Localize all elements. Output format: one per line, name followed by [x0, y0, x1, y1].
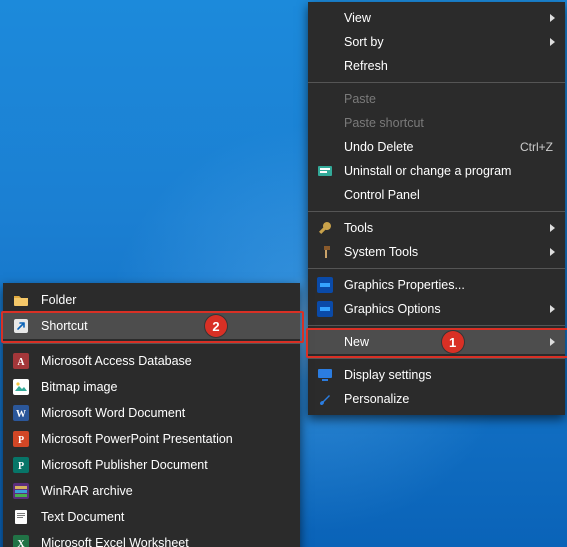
separator [308, 82, 565, 83]
menu-item-label: Microsoft Word Document [41, 406, 288, 420]
menu-item-folder[interactable]: Folder [3, 287, 300, 313]
menu-item-label: Tools [344, 221, 553, 235]
shortcut-icon [11, 317, 31, 335]
menu-item-label: View [344, 11, 553, 25]
separator [308, 211, 565, 212]
menu-item-paste-shortcut: Paste shortcut [308, 111, 565, 135]
menu-item-microsoft-excel-worksheet[interactable]: X Microsoft Excel Worksheet [3, 530, 300, 547]
menu-item-label: Control Panel [344, 188, 553, 202]
menu-item-label: Microsoft Publisher Document [41, 458, 288, 472]
menu-item-control-panel[interactable]: Control Panel [308, 183, 565, 207]
menu-item-label: WinRAR archive [41, 484, 288, 498]
separator [308, 268, 565, 269]
menu-item-label: Uninstall or change a program [344, 164, 553, 178]
blank-icon [316, 114, 334, 132]
svg-text:A: A [17, 357, 25, 368]
menu-item-label: Microsoft Access Database [41, 354, 288, 368]
callout-2: 2 [205, 315, 227, 337]
blank-icon [316, 57, 334, 75]
menu-item-label: Shortcut [41, 319, 288, 333]
menu-item-label: Undo Delete [344, 140, 520, 154]
menu-item-view[interactable]: View [308, 6, 565, 30]
hammer-icon [316, 243, 334, 261]
intel-icon [316, 276, 334, 294]
intel-icon [316, 300, 334, 318]
menu-item-label: Folder [41, 293, 288, 307]
menu-item-tools[interactable]: Tools [308, 216, 565, 240]
menu-item-label: Graphics Options [344, 302, 553, 316]
rar-icon [11, 482, 31, 500]
blank-icon [316, 90, 334, 108]
new-submenu: Folder Shortcut A Microsoft Access Database… [3, 283, 300, 547]
menu-item-microsoft-publisher-document[interactable]: P Microsoft Publisher Document [3, 452, 300, 478]
menu-item-shortcut[interactable]: Shortcut [3, 313, 300, 339]
menu-item-sort-by[interactable]: Sort by [308, 30, 565, 54]
svg-text:X: X [17, 539, 25, 547]
menu-item-winrar-archive[interactable]: WinRAR archive [3, 478, 300, 504]
menu-item-text-document[interactable]: Text Document [3, 504, 300, 530]
menu-item-microsoft-word-document[interactable]: W Microsoft Word Document [3, 400, 300, 426]
separator [308, 325, 565, 326]
access-icon: A [11, 352, 31, 370]
menu-item-label: Sort by [344, 35, 553, 49]
menu-item-undo-delete[interactable]: Undo DeleteCtrl+Z [308, 135, 565, 159]
blank-icon [316, 186, 334, 204]
menu-item-label: Microsoft PowerPoint Presentation [41, 432, 288, 446]
programs-icon [316, 162, 334, 180]
context-menu: View Sort by Refresh Paste Paste shortcut Und… [308, 2, 565, 415]
menu-item-label: Paste shortcut [344, 116, 553, 130]
menu-item-label: Display settings [344, 368, 553, 382]
menu-item-personalize[interactable]: Personalize [308, 387, 565, 411]
menu-item-accel: Ctrl+Z [520, 140, 553, 154]
menu-item-system-tools[interactable]: System Tools [308, 240, 565, 264]
menu-item-uninstall-or-change-a-program[interactable]: Uninstall or change a program [308, 159, 565, 183]
menu-item-label: Paste [344, 92, 553, 106]
brush-icon [316, 390, 334, 408]
menu-item-label: Refresh [344, 59, 553, 73]
blank-icon [316, 333, 334, 351]
txt-icon [11, 508, 31, 526]
callout-1: 1 [442, 331, 464, 353]
menu-item-label: Microsoft Excel Worksheet [41, 536, 288, 547]
menu-item-microsoft-powerpoint-presentation[interactable]: P Microsoft PowerPoint Presentation [3, 426, 300, 452]
blank-icon [316, 33, 334, 51]
folder-icon [11, 291, 31, 309]
excel-icon: X [11, 534, 31, 547]
ppt-icon: P [11, 430, 31, 448]
menu-item-label: Graphics Properties... [344, 278, 553, 292]
separator [3, 343, 300, 344]
menu-item-label: System Tools [344, 245, 553, 259]
menu-item-label: Text Document [41, 510, 288, 524]
menu-item-microsoft-access-database[interactable]: A Microsoft Access Database [3, 348, 300, 374]
wrench-icon [316, 219, 334, 237]
bitmap-icon [11, 378, 31, 396]
menu-item-bitmap-image[interactable]: Bitmap image [3, 374, 300, 400]
menu-item-display-settings[interactable]: Display settings [308, 363, 565, 387]
svg-text:P: P [18, 461, 24, 472]
menu-item-paste: Paste [308, 87, 565, 111]
blank-icon [316, 138, 334, 156]
menu-item-label: Bitmap image [41, 380, 288, 394]
menu-item-refresh[interactable]: Refresh [308, 54, 565, 78]
blank-icon [316, 9, 334, 27]
svg-text:W: W [16, 409, 26, 420]
pub-icon: P [11, 456, 31, 474]
menu-item-label: Personalize [344, 392, 553, 406]
svg-text:P: P [18, 435, 24, 446]
word-icon: W [11, 404, 31, 422]
separator [308, 358, 565, 359]
menu-item-graphics-options[interactable]: Graphics Options [308, 297, 565, 321]
menu-item-graphics-properties[interactable]: Graphics Properties... [308, 273, 565, 297]
monitor-icon [316, 366, 334, 384]
menu-item-new[interactable]: New [308, 330, 565, 354]
desktop[interactable]: View Sort by Refresh Paste Paste shortcut Und… [0, 0, 567, 547]
